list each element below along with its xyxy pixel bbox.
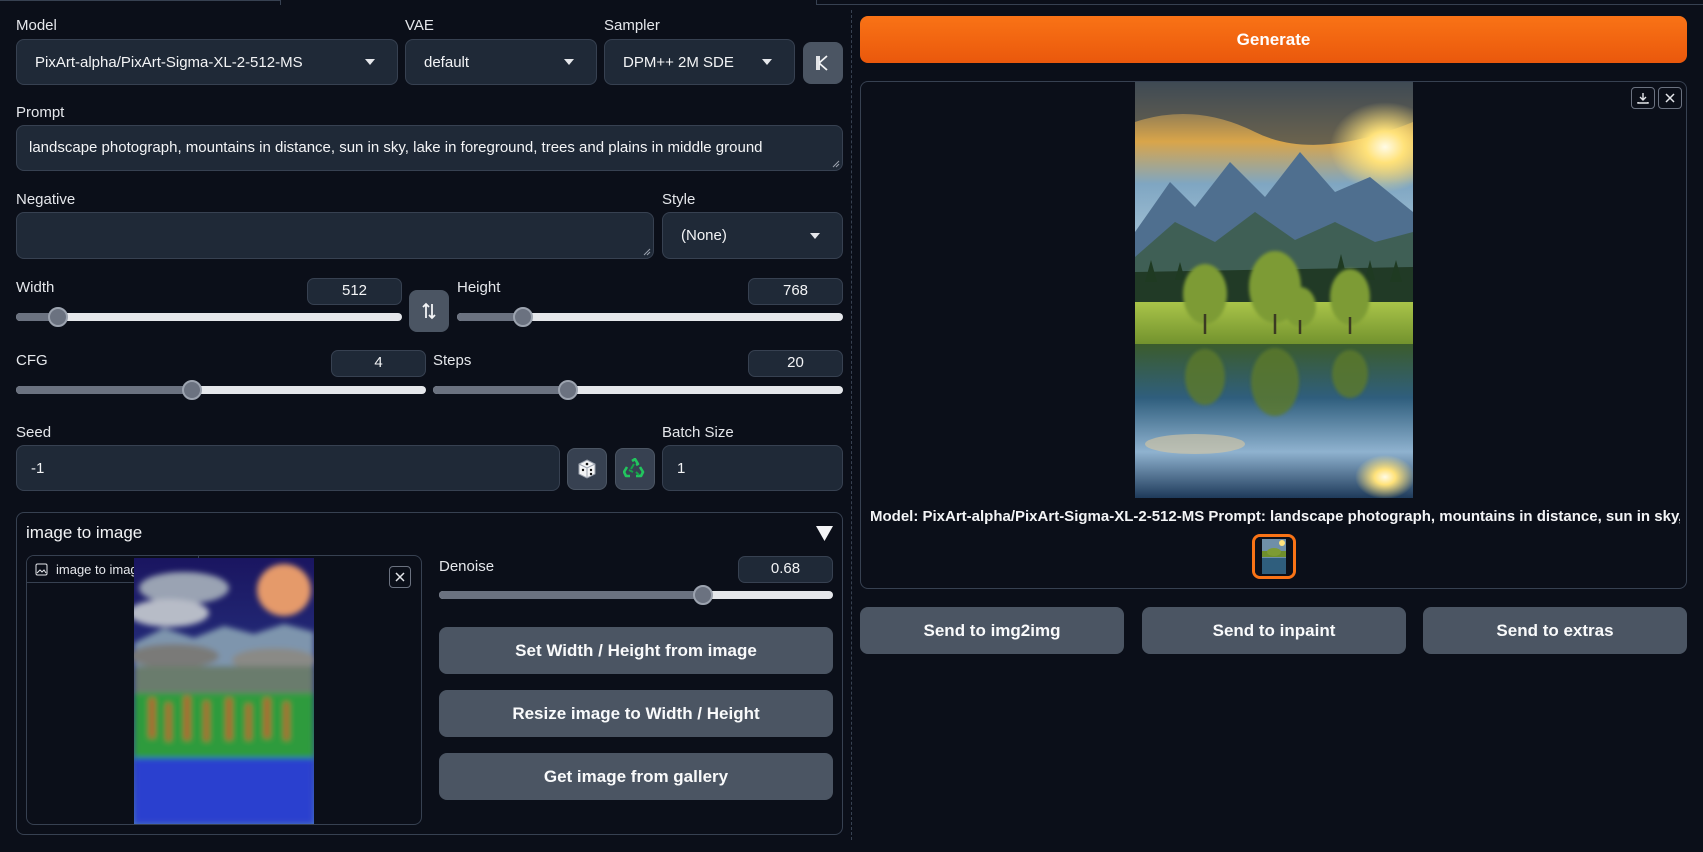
sampler-select[interactable]: DPM++ 2M SDE (604, 39, 795, 85)
resize-image-button[interactable]: Resize image to Width / Height (439, 690, 833, 737)
model-label: Model (16, 17, 57, 34)
column-divider (851, 10, 852, 840)
triangle-down-icon[interactable] (816, 526, 833, 541)
reuse-seed-button[interactable] (615, 448, 655, 490)
sampler-label: Sampler (604, 17, 660, 34)
prompt-textarea[interactable]: landscape photograph, mountains in dista… (16, 125, 843, 171)
style-select[interactable]: (None) (662, 212, 843, 259)
batch-size-label: Batch Size (662, 424, 734, 441)
k-icon (816, 55, 828, 71)
vae-select[interactable]: default (405, 39, 597, 85)
random-seed-button[interactable] (567, 448, 607, 490)
cfg-slider[interactable] (16, 380, 426, 400)
prompt-value: landscape photograph, mountains in dista… (29, 139, 763, 156)
chevron-down-icon (762, 59, 772, 65)
negative-textarea[interactable] (16, 212, 654, 259)
tab-edge (280, 0, 281, 5)
output-caption: Model: PixArt-alpha/PixArt-Sigma-XL-2-51… (870, 508, 1680, 525)
model-select[interactable]: PixArt-alpha/PixArt-Sigma-XL-2-512-MS (16, 39, 398, 85)
download-icon (1637, 93, 1649, 104)
height-slider[interactable] (457, 307, 843, 327)
denoise-number[interactable]: 0.68 (738, 556, 833, 583)
style-label: Style (662, 191, 696, 208)
tab-edge (816, 4, 1703, 5)
tab-edge (0, 0, 280, 1)
send-to-extras-button[interactable]: Send to extras (1423, 607, 1687, 654)
chevron-down-icon (564, 59, 574, 65)
height-label: Height (457, 279, 501, 296)
steps-slider-thumb[interactable] (558, 380, 579, 400)
close-icon (395, 572, 405, 582)
cfg-label: CFG (16, 352, 48, 369)
seed-value: -1 (31, 459, 45, 477)
vae-label: VAE (405, 17, 434, 34)
cfg-slider-thumb[interactable] (182, 380, 203, 400)
close-output-button[interactable] (1658, 87, 1682, 109)
negative-label: Negative (16, 191, 76, 208)
denoise-slider-thumb[interactable] (692, 585, 713, 605)
vae-value: default (424, 53, 470, 71)
batch-size-input[interactable]: 1 (662, 445, 843, 491)
swap-dimensions-button[interactable] (409, 290, 449, 332)
recycle-icon (623, 458, 645, 478)
seed-input[interactable]: -1 (16, 445, 560, 491)
sampler-value: DPM++ 2M SDE (623, 53, 734, 71)
denoise-slider[interactable] (439, 585, 833, 605)
width-slider-thumb[interactable] (48, 307, 69, 327)
thumbnail-image (1255, 537, 1293, 576)
steps-slider-fill (433, 386, 569, 394)
steps-number[interactable]: 20 (748, 350, 843, 377)
resize-handle-icon[interactable] (832, 160, 840, 168)
denoise-label: Denoise (439, 558, 495, 575)
gallery-thumbnail[interactable] (1252, 534, 1296, 579)
kolors-button[interactable] (803, 42, 843, 84)
height-slider-thumb[interactable] (512, 307, 533, 327)
get-image-from-gallery-button[interactable]: Get image from gallery (439, 753, 833, 800)
batch-size-value: 1 (677, 459, 686, 477)
set-width-height-button[interactable]: Set Width / Height from image (439, 627, 833, 674)
download-button[interactable] (1631, 87, 1655, 109)
style-value: (None) (681, 227, 727, 244)
denoise-slider-fill (439, 591, 703, 599)
cfg-number[interactable]: 4 (331, 350, 426, 377)
clear-source-button[interactable] (389, 566, 411, 588)
img2img-title[interactable]: image to image (26, 523, 142, 543)
chevron-down-icon (810, 232, 820, 239)
close-icon (1665, 93, 1675, 103)
generate-button[interactable]: Generate (860, 16, 1687, 63)
steps-label: Steps (433, 352, 472, 369)
swap-icon (422, 302, 436, 320)
height-number[interactable]: 768 (748, 278, 843, 305)
width-number[interactable]: 512 (307, 278, 402, 305)
steps-slider[interactable] (433, 380, 843, 400)
width-slider[interactable] (16, 307, 402, 327)
send-to-inpaint-button[interactable]: Send to inpaint (1142, 607, 1406, 654)
send-to-img2img-button[interactable]: Send to img2img (860, 607, 1124, 654)
resize-handle-icon[interactable] (643, 248, 651, 256)
dice-icon (578, 459, 596, 479)
seed-label: Seed (16, 424, 52, 441)
prompt-label: Prompt (16, 104, 65, 121)
generated-image[interactable] (1135, 82, 1413, 498)
width-label: Width (16, 279, 55, 296)
chevron-down-icon (365, 59, 375, 65)
img2img-source-image (134, 558, 314, 824)
image-icon (35, 563, 48, 575)
model-value: PixArt-alpha/PixArt-Sigma-XL-2-512-MS (35, 53, 303, 71)
cfg-slider-fill (16, 386, 193, 394)
